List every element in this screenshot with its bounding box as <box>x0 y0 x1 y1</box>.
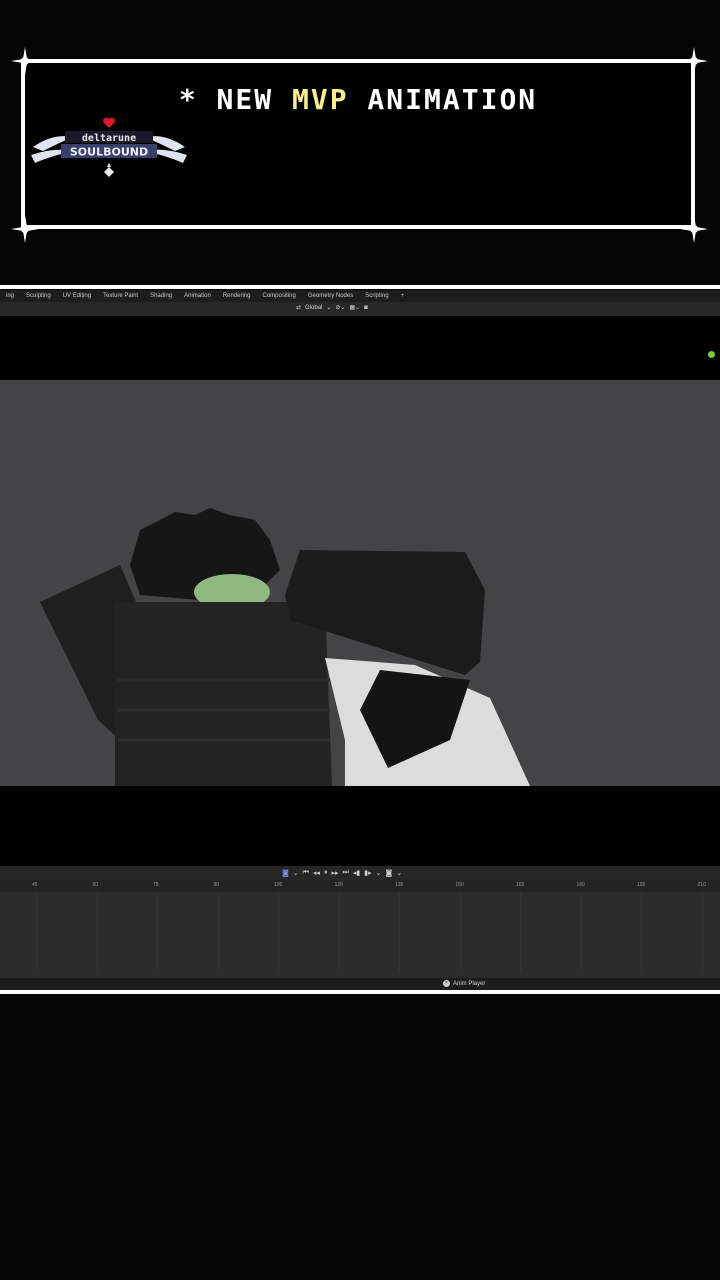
frame-gridline <box>96 892 98 972</box>
sparkle-corner-icon <box>680 215 708 243</box>
workspace-tab[interactable]: + <box>395 293 411 299</box>
character-torso <box>115 602 332 786</box>
workspace-tab[interactable]: Scripting <box>359 293 394 299</box>
status-bar <box>0 978 720 990</box>
frame-tick-label: 150 <box>455 882 464 888</box>
divider-top <box>0 285 720 289</box>
headline-suffix: ANIMATION <box>348 83 538 116</box>
frame-tick-label: 90 <box>213 882 220 888</box>
frame-tick-label: 75 <box>153 882 159 888</box>
frame-tick-label: 105 <box>274 882 283 888</box>
playback-controls: ◙ ⌄ ⏮ ◂◂ ⏸ ▸▸ ⏭ ◂▮ ▮▸ ⌄ ◙ ⌄ <box>282 868 402 877</box>
frame-tick-label: 210 <box>697 882 706 888</box>
frame-tick-label: 165 <box>516 882 525 888</box>
logo-top-text: deltarune <box>82 133 136 144</box>
step-back-icon[interactable]: ◂◂ <box>313 869 320 877</box>
chevron-down-icon[interactable]: ⌄ <box>376 869 382 877</box>
jump-end-icon[interactable]: ⏭ <box>343 868 349 877</box>
workspace-tab[interactable]: UV Editing <box>57 293 97 299</box>
keyframe-prev-icon[interactable]: ◂▮ <box>353 869 360 877</box>
jump-start-icon[interactable]: ⏮ <box>303 868 309 877</box>
workspace-tab[interactable]: Texture Paint <box>97 293 144 299</box>
dialog-banner: * NEW MVP ANIMATION deltarune SOULBOUND <box>21 59 695 229</box>
frame-tick-label: 45 <box>32 882 38 888</box>
snap-icon[interactable]: ⊘⌄ <box>335 304 345 311</box>
frame-tick-label: 120 <box>334 882 343 888</box>
frame-gridline <box>278 892 279 972</box>
workspace-tab[interactable]: Animation <box>178 293 217 299</box>
frame-tick-label: 135 <box>395 882 404 888</box>
frame-tick-label: 180 <box>576 882 585 888</box>
soulbound-logo: deltarune SOULBOUND <box>31 117 187 179</box>
headline-prefix: * NEW <box>178 83 292 116</box>
frame-gridline <box>641 892 642 972</box>
orientation-label: Global <box>305 304 323 311</box>
workspace-tab[interactable]: Geometry Nodes <box>302 293 359 299</box>
viewport-top-letterbox <box>0 316 720 380</box>
chevron-down-icon: ⌄ <box>326 305 332 311</box>
headline-highlight: MVP <box>292 83 349 116</box>
chevron-down-icon[interactable]: ⌄ <box>293 869 299 877</box>
frame-gridline <box>36 892 37 972</box>
frame-gridline <box>580 892 582 972</box>
banner-headline: * NEW MVP ANIMATION <box>25 83 691 116</box>
frame-tick-label: 60 <box>92 882 99 888</box>
viewport-bottom-letterbox <box>0 786 720 866</box>
workspace-tab[interactable]: Rendering <box>217 293 257 299</box>
frame-gridline <box>338 892 340 972</box>
workspace-tab[interactable]: Compositing <box>257 293 302 299</box>
sparkle-corner-icon <box>11 215 39 243</box>
logo-bottom-text: SOULBOUND <box>70 146 148 159</box>
orientation-selector[interactable]: ⇄ Global ⌄ ⊘⌄ ▦⌄ ◙ <box>296 304 368 312</box>
proportional-edit-icon[interactable]: ▦⌄ <box>349 304 360 311</box>
step-forward-icon[interactable]: ▸▸ <box>332 869 339 877</box>
keyframe-next-icon[interactable]: ▮▸ <box>364 869 371 877</box>
frame-tick-label: 195 <box>637 882 646 888</box>
overlay-icon[interactable]: ◙ <box>364 305 368 311</box>
frame-gridline <box>459 892 461 972</box>
divider-bottom <box>0 990 720 994</box>
3d-viewport[interactable] <box>0 380 720 786</box>
close-icon[interactable]: × <box>443 980 450 987</box>
pause-icon[interactable]: ⏸ <box>324 868 328 877</box>
sparkle-corner-icon <box>680 47 708 75</box>
sparkle-corner-icon <box>11 47 39 75</box>
workspace-tab[interactable]: ing <box>0 293 20 299</box>
anim-player-tab[interactable]: × Anim Player <box>443 980 485 987</box>
anim-player-label: Anim Player <box>453 980 486 987</box>
transform-icon: ⇄ <box>296 305 302 311</box>
heart-icon <box>103 117 115 128</box>
workspace-tab[interactable]: Shading <box>144 293 178 299</box>
frame-gridline <box>157 892 158 972</box>
frame-gridline <box>217 892 219 972</box>
chevron-down-icon[interactable]: ⌄ <box>396 869 402 877</box>
workspace-tabs: ing Sculpting UV Editing Texture Paint Shadi… <box>0 290 720 302</box>
frame-gridline <box>399 892 400 972</box>
frame-gridline <box>701 892 703 972</box>
status-dot-icon <box>708 351 715 358</box>
timeline-ruler[interactable]: 45 60 75 90 105 120 135 150 165 180 195 210 <box>0 880 720 892</box>
timeline-tracks[interactable] <box>0 892 720 978</box>
keyframe-type-icon[interactable]: ◙ <box>282 869 289 877</box>
frame-gridline <box>520 892 521 972</box>
workspace-tab[interactable]: Sculpting <box>20 293 57 299</box>
auto-key-icon[interactable]: ◙ <box>385 869 392 877</box>
